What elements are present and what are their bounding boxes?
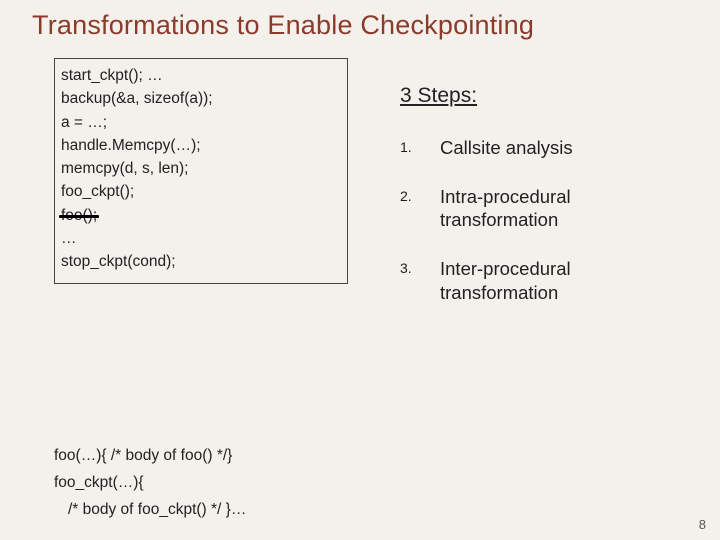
page-number: 8 [699,517,706,532]
code-line: a = …; [61,115,341,131]
step-item: Intra-procedural transformation [400,185,690,231]
code-line: foo(…){ /* body of foo() */} [54,447,364,465]
code-line: foo_ckpt(); [61,184,341,200]
steps-list: Callsite analysis Intra-procedural trans… [400,136,690,304]
steps-column: 3 Steps: Callsite analysis Intra-procedu… [400,84,690,330]
code-line: memcpy(d, s, len); [61,161,341,177]
code-line: start_ckpt(); … [61,68,341,84]
code-line: foo_ckpt(…){ [54,474,364,492]
code-line: … [61,231,341,247]
code-line: /* body of foo_ckpt() */ }… [54,501,364,519]
step-item: Callsite analysis [400,136,690,159]
step-item: Inter-procedural transformation [400,257,690,303]
lower-code-block: foo(…){ /* body of foo() */} foo_ckpt(…)… [54,438,364,528]
steps-heading: 3 Steps: [400,84,690,108]
code-line: backup(&a, sizeof(a)); [61,91,341,107]
code-line: stop_ckpt(cond); [61,254,341,270]
code-line: handle.Memcpy(…); [61,138,341,154]
slide-title: Transformations to Enable Checkpointing [32,10,720,41]
code-box: start_ckpt(); … backup(&a, sizeof(a)); a… [54,58,348,284]
code-line-struck: foo(); [61,208,341,224]
